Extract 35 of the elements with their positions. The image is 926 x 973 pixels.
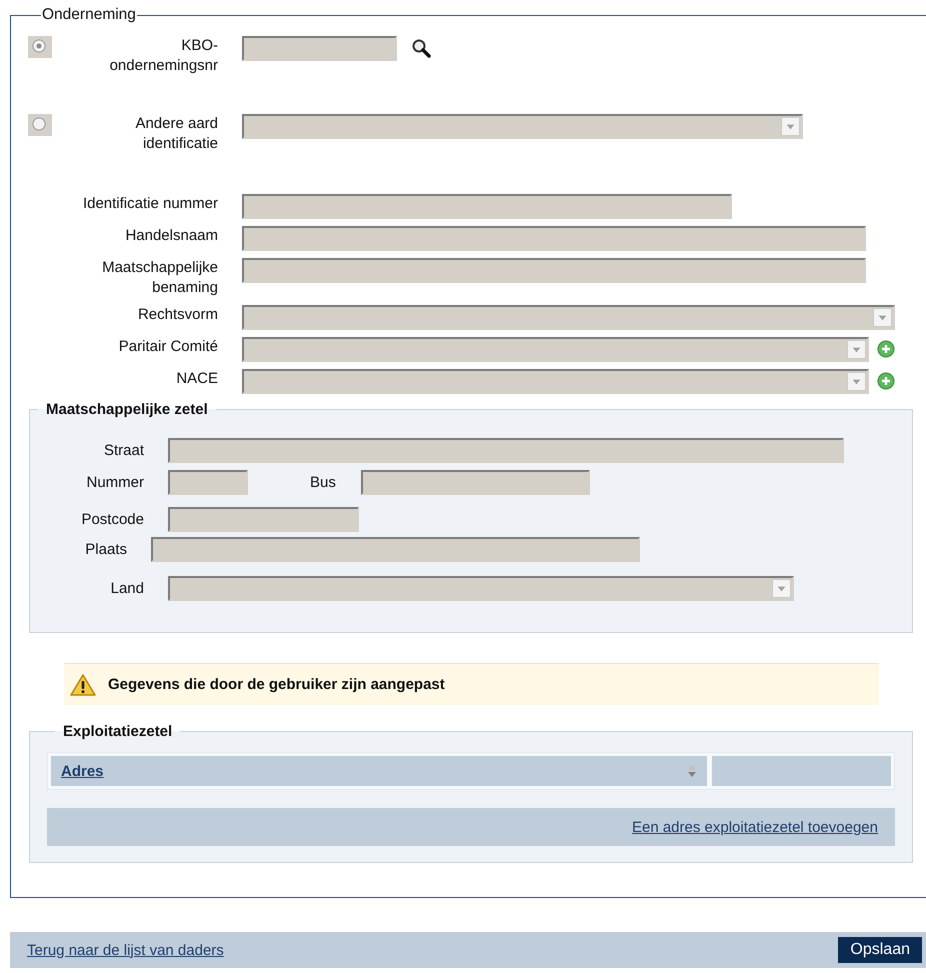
back-link[interactable]: Terug naar de lijst van daders xyxy=(27,942,224,958)
field-label: Handelsnaam xyxy=(125,226,218,246)
save-button[interactable]: Opslaan xyxy=(838,937,922,963)
field-label: NACE xyxy=(176,369,218,389)
warning-text: Gegevens die door de gebruiker zijn aangepast xyxy=(108,676,445,693)
section-legend: Onderneming xyxy=(41,6,137,24)
field-label: Plaats xyxy=(84,541,127,558)
add-address-link[interactable]: Een adres exploitatiezetel toevoegen xyxy=(632,818,878,836)
field-label: Nummer xyxy=(85,474,144,491)
radio-button[interactable] xyxy=(28,36,52,58)
sort-icon[interactable] xyxy=(687,764,697,778)
add-icon[interactable] xyxy=(877,340,895,358)
column-header-link[interactable]: Adres xyxy=(61,762,104,780)
radio-button[interactable] xyxy=(28,114,52,136)
dropdown-field[interactable] xyxy=(242,337,869,362)
field-label: KBO-ondernemingsnr xyxy=(108,36,218,76)
dropdown-field[interactable] xyxy=(168,576,794,601)
field-label: Paritair Comité xyxy=(118,337,218,357)
search-icon[interactable] xyxy=(411,38,431,58)
field-label: Bus xyxy=(310,474,336,491)
field-label: Rechtsvorm xyxy=(138,305,218,325)
field-label: Land xyxy=(110,580,144,597)
column-header[interactable]: Adres xyxy=(51,756,707,786)
panel-legend: Exploitatiezetel xyxy=(55,723,180,740)
field-label: Identificatie nummer xyxy=(82,194,218,214)
panel-legend: Maatschappelijke zetel xyxy=(38,401,216,418)
field-label: Maatschappelijke benaming xyxy=(101,258,218,298)
dropdown-field[interactable] xyxy=(242,305,895,330)
warning-icon xyxy=(70,672,96,696)
dropdown-field[interactable] xyxy=(242,114,803,139)
dropdown-field[interactable] xyxy=(242,369,869,394)
field-label: Andere aard identificatie xyxy=(134,114,218,154)
add-icon[interactable] xyxy=(877,372,895,390)
field-label: Straat xyxy=(102,442,144,459)
field-label: Postcode xyxy=(80,511,144,528)
